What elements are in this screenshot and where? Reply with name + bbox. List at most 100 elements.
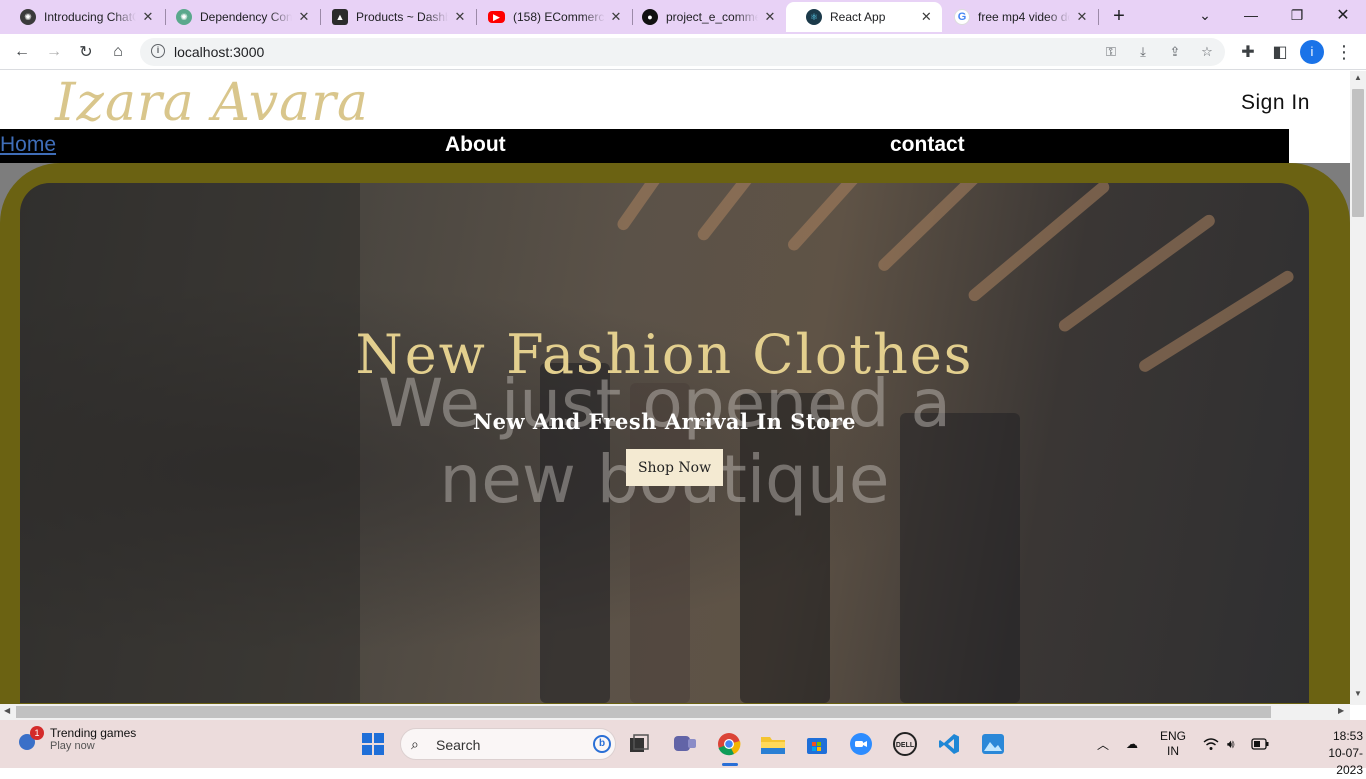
task-view-icon[interactable] (624, 729, 654, 759)
scroll-right-arrow-icon[interactable]: ▶ (1338, 706, 1344, 715)
hero-title: New Fashion Clothes (355, 323, 974, 386)
signin-link[interactable]: Sign In (1241, 91, 1310, 115)
side-panel-icon[interactable]: ◧ (1268, 40, 1292, 64)
close-icon[interactable]: ✕ (140, 9, 156, 25)
widgets-icon: 1 (14, 726, 44, 752)
start-windows-icon[interactable] (358, 729, 388, 759)
new-tab-button[interactable]: + (1108, 5, 1130, 27)
tab-search-chevron-icon[interactable]: ⌄ (1182, 0, 1228, 30)
zoom-icon[interactable] (846, 729, 876, 759)
close-icon[interactable]: ✕ (296, 9, 312, 25)
volume-icon[interactable]: 🔊︎ (1227, 720, 1235, 768)
widgets-button[interactable]: 1 Trending games Play now (14, 726, 136, 752)
video-hanger (785, 183, 902, 254)
tab-title: React App (830, 10, 886, 24)
tab-title: (158) ECommerce (513, 10, 605, 24)
video-hanger (966, 183, 1112, 304)
scroll-up-arrow-icon[interactable]: ▲ (1350, 73, 1366, 82)
close-icon[interactable]: ✕ (452, 9, 468, 25)
nav-home-link[interactable]: Home (0, 133, 56, 157)
video-hanger (615, 183, 706, 233)
horizontal-scroll-thumb[interactable] (16, 706, 1271, 718)
home-icon[interactable]: ⌂ (106, 40, 130, 64)
tab-dependency-confusion[interactable]: ✺ Dependency Confusion ✕ (156, 2, 320, 32)
dell-icon[interactable]: DELL (890, 729, 920, 759)
battery-icon[interactable] (1251, 720, 1269, 768)
scroll-left-arrow-icon[interactable]: ◀ (4, 706, 10, 715)
window-close-button[interactable]: ✕ (1320, 0, 1366, 30)
main-navbar: Home About contact (0, 129, 1289, 163)
widget-badge: 1 (30, 726, 44, 740)
address-url[interactable]: localhost:3000 (174, 44, 264, 60)
scroll-down-arrow-icon[interactable]: ▼ (1350, 689, 1366, 698)
openai-icon: ✺ (176, 9, 192, 25)
show-hidden-icons-chevron[interactable]: ︿ (1097, 720, 1109, 768)
language-region: IN (1167, 744, 1179, 758)
taskbar-search[interactable]: ⌕ Search b (400, 728, 616, 760)
language-code: ENG (1160, 729, 1187, 743)
widget-title: Trending games (50, 726, 137, 740)
share-icon[interactable]: ⇪ (1166, 44, 1184, 60)
key-icon[interactable]: ⚿ (1102, 44, 1120, 60)
page-viewport: Izara Avara Sign In Home About contact W… (0, 71, 1366, 705)
tab-youtube[interactable]: ▶ (158) ECommerce ✕ (468, 2, 632, 32)
shop-now-button[interactable]: Shop Now (626, 449, 723, 486)
bookmark-star-icon[interactable]: ☆ (1198, 44, 1216, 60)
back-arrow-icon[interactable]: ← (10, 40, 34, 64)
google-icon: G (954, 9, 970, 25)
video-hanger (695, 183, 798, 243)
file-explorer-icon[interactable] (758, 729, 788, 759)
openai-icon: ✺ (20, 9, 36, 25)
tab-google-search[interactable]: G free mp4 video download ✕ (934, 2, 1098, 32)
search-icon: ⌕ (411, 736, 419, 752)
site-info-icon[interactable]: i (151, 44, 165, 58)
close-icon[interactable]: ✕ (919, 9, 934, 25)
tab-introducing-chatgpt[interactable]: ✺ Introducing ChatGPT ✕ (0, 2, 164, 32)
windows-taskbar: 1 Trending games Play now ⌕ Search b DEL… (0, 720, 1366, 777)
menu-kebab-icon[interactable]: ⋮ (1332, 40, 1356, 64)
github-icon: ● (642, 9, 658, 25)
nav-contact-link[interactable]: contact (890, 133, 965, 157)
tab-title: Products ~ Dashboard (356, 10, 448, 24)
vertical-scrollbar[interactable]: ▲ ▼ (1350, 71, 1366, 705)
nav-about-link[interactable]: About (445, 133, 506, 157)
wifi-icon[interactable] (1203, 720, 1219, 768)
video-hanger (875, 183, 1007, 274)
address-bar[interactable]: i localhost:3000 ⚿ ⤓ ⇪ ☆ (140, 38, 1225, 66)
vscode-icon[interactable] (934, 729, 964, 759)
tab-title: Introducing ChatGPT (44, 10, 136, 24)
vertical-scroll-thumb[interactable] (1352, 89, 1364, 217)
reload-icon[interactable]: ↻ (74, 40, 98, 64)
dashboard-icon: ▲ (332, 9, 348, 25)
tab-title: project_e_commerce (666, 10, 758, 24)
tab-title: free mp4 video download (978, 10, 1070, 24)
tab-github-project[interactable]: ● project_e_commerce ✕ (622, 2, 786, 32)
close-icon[interactable]: ✕ (762, 9, 778, 25)
taskbar-clock[interactable]: 18:53 10-07-2023 (1313, 728, 1363, 779)
svg-text:DELL: DELL (896, 742, 915, 749)
hero-video: We just opened a new boutique New Fashio… (20, 183, 1309, 703)
bing-icon[interactable]: b (593, 735, 611, 753)
tab-products-dashboard[interactable]: ▲ Products ~ Dashboard ✕ (312, 2, 476, 32)
forward-arrow-icon[interactable]: → (42, 40, 66, 64)
network-onedrive-icon[interactable]: ☁ (1126, 720, 1138, 768)
profile-avatar[interactable]: i (1300, 40, 1324, 64)
minimize-button[interactable]: — (1228, 0, 1274, 30)
browser-toolbar: ← → ↻ ⌂ i localhost:3000 ⚿ ⤓ ⇪ ☆ ✚ ◧ i ⋮ (0, 34, 1366, 70)
tab-react-app[interactable]: ⚛ React App ✕ (786, 2, 942, 32)
teams-chat-icon[interactable] (670, 729, 700, 759)
chrome-icon[interactable] (714, 729, 744, 759)
close-icon[interactable]: ✕ (1074, 9, 1090, 25)
widget-subtitle: Play now (50, 740, 95, 752)
microsoft-store-icon[interactable] (802, 729, 832, 759)
extensions-puzzle-icon[interactable]: ✚ (1236, 40, 1260, 64)
tab-divider (1098, 9, 1099, 25)
site-brand-logo[interactable]: Izara Avara (55, 73, 369, 133)
tab-strip: ✺ Introducing ChatGPT ✕ ✺ Dependency Con… (0, 0, 1366, 34)
photos-app-icon[interactable] (978, 729, 1008, 759)
horizontal-scrollbar[interactable]: ◀ ▶ (0, 704, 1350, 720)
install-app-icon[interactable]: ⤓ (1134, 44, 1152, 60)
language-indicator[interactable]: ENG IN (1160, 720, 1186, 768)
clock-time: 18:53 (1332, 729, 1363, 743)
restore-button[interactable]: ❐ (1274, 0, 1320, 30)
